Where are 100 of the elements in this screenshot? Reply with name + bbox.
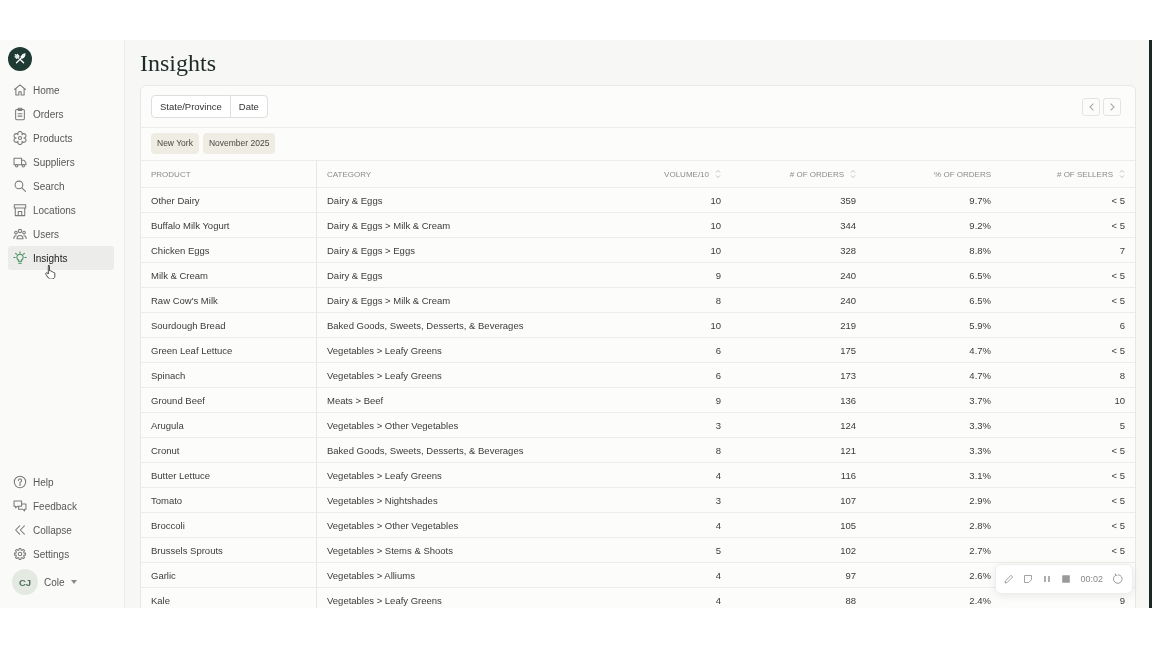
column-header[interactable]: VOLUME/10 bbox=[591, 161, 731, 187]
note-icon[interactable] bbox=[1023, 574, 1034, 584]
table-cell-text: 175 bbox=[839, 343, 857, 358]
table-cell-text: Vegetables > Leafy Greens bbox=[326, 593, 443, 608]
table-cell-text: 7 bbox=[1118, 243, 1126, 258]
fork-knife-logo-icon bbox=[8, 47, 32, 71]
table-cell-text: 6 bbox=[714, 343, 722, 358]
nav-item[interactable]: Orders bbox=[8, 102, 114, 126]
nav-item[interactable]: Insights bbox=[8, 246, 114, 270]
page-title: Insights bbox=[140, 49, 217, 78]
table-cell: Spinach bbox=[141, 363, 317, 387]
table-cell-text: 240 bbox=[839, 268, 857, 283]
table-cell-text: 2.4% bbox=[968, 593, 992, 608]
table-cell-text: 124 bbox=[839, 418, 857, 433]
table-cell-text: 88 bbox=[844, 593, 857, 608]
table-cell-text: 8.8% bbox=[968, 243, 992, 258]
table-cell-text: Baked Goods, Sweets, Desserts, & Beverages bbox=[326, 318, 525, 333]
table-cell-text: Vegetables > Alliums bbox=[326, 568, 416, 583]
table-cell-text: 107 bbox=[839, 493, 857, 508]
table-cell-text: 102 bbox=[839, 543, 857, 558]
table-cell-text: < 5 bbox=[1110, 343, 1126, 358]
nav-item[interactable]: Suppliers bbox=[8, 150, 114, 174]
table-cell-text: 8 bbox=[714, 293, 722, 308]
home-icon bbox=[13, 83, 27, 97]
lightbulb-icon bbox=[13, 251, 27, 265]
filter-chip[interactable]: November 2025 bbox=[202, 133, 276, 154]
table-cell-text: Vegetables > Leafy Greens bbox=[326, 368, 443, 383]
sidebar-link[interactable]: Collapse bbox=[8, 518, 114, 542]
table-cell-text: 10 bbox=[709, 318, 722, 333]
previous-page-button[interactable] bbox=[1082, 97, 1100, 116]
table-cell-text: 2.6% bbox=[968, 568, 992, 583]
table-cell-text: 3.7% bbox=[968, 393, 992, 408]
table-cell-text: 359 bbox=[839, 193, 857, 208]
table-cell-text: 10 bbox=[1113, 393, 1126, 408]
table-cell-text: 105 bbox=[839, 518, 857, 533]
next-page-button[interactable] bbox=[1103, 97, 1121, 116]
table-cell-text: 6 bbox=[1118, 318, 1126, 333]
nav-item[interactable]: Search bbox=[8, 174, 114, 198]
table-cell: Butter Lettuce bbox=[141, 463, 317, 487]
sidebar-link[interactable]: Help bbox=[8, 470, 114, 494]
storefront-icon bbox=[13, 203, 27, 217]
table-cell-text: 4.7% bbox=[968, 368, 992, 383]
column-header: PRODUCT bbox=[141, 161, 317, 187]
column-header[interactable]: # OF SELLERS bbox=[1001, 161, 1135, 187]
table-cell-text: 328 bbox=[839, 243, 857, 258]
filter-chip[interactable]: New York bbox=[151, 133, 199, 154]
table-cell: Tomato bbox=[141, 488, 317, 512]
table-cell-text: 3.1% bbox=[968, 468, 992, 483]
table-cell: Kale bbox=[141, 588, 317, 608]
table-cell-text: < 5 bbox=[1110, 443, 1126, 458]
chevron-right-icon bbox=[1109, 102, 1115, 111]
table-cell-text: 4 bbox=[714, 593, 722, 608]
table-cell-text: 2.7% bbox=[968, 543, 992, 558]
pencil-icon[interactable] bbox=[1004, 574, 1015, 584]
nav-item[interactable]: Products bbox=[8, 126, 114, 150]
table-cell-text: 6.5% bbox=[968, 268, 992, 283]
table-cell-text: Vegetables > Stems & Shoots bbox=[326, 543, 454, 558]
table-cell-text: 9 bbox=[714, 268, 722, 283]
table-cell-text: 136 bbox=[839, 393, 857, 408]
filter-tab[interactable]: State/Province bbox=[151, 95, 231, 118]
table-cell-text: < 5 bbox=[1110, 518, 1126, 533]
table-cell: Raw Cow's Milk bbox=[141, 288, 317, 312]
table-cell: Other Dairy bbox=[141, 188, 317, 212]
table-cell-text: 3.3% bbox=[968, 443, 992, 458]
stop-icon[interactable] bbox=[1061, 574, 1072, 584]
hand-cursor-icon bbox=[45, 265, 56, 279]
table-cell: Garlic bbox=[141, 563, 317, 587]
nav-item[interactable]: Locations bbox=[8, 198, 114, 222]
table-cell-text: < 5 bbox=[1110, 468, 1126, 483]
help-icon bbox=[13, 475, 27, 489]
table-cell-text: 4 bbox=[714, 568, 722, 583]
sidebar-link[interactable]: Settings bbox=[8, 542, 114, 566]
filter-tab[interactable]: Date bbox=[229, 95, 268, 118]
table-cell-text: Meats > Beef bbox=[326, 393, 385, 408]
restart-icon[interactable] bbox=[1112, 573, 1124, 585]
table-cell-text: Vegetables > Leafy Greens bbox=[326, 468, 443, 483]
table-cell-text: 2.8% bbox=[968, 518, 992, 533]
truck-icon bbox=[13, 155, 27, 169]
nav-item[interactable]: Users bbox=[8, 222, 114, 246]
user-menu-button[interactable]: Cole bbox=[44, 576, 77, 588]
table-cell-text: Dairy & Eggs > Milk & Cream bbox=[326, 218, 452, 233]
table-cell-text: 9 bbox=[1118, 593, 1126, 608]
column-header: % OF ORDERS bbox=[933, 168, 992, 181]
table-cell-text: 4 bbox=[714, 518, 722, 533]
table-cell-text: 173 bbox=[839, 368, 857, 383]
table-cell-text: Vegetables > Other Vegetables bbox=[326, 518, 460, 533]
pause-icon[interactable] bbox=[1042, 574, 1053, 584]
table-cell-text: 4 bbox=[714, 468, 722, 483]
table-cell: Sourdough Bread bbox=[141, 313, 317, 337]
clipboard-icon bbox=[13, 107, 27, 121]
caret-icon bbox=[70, 580, 77, 584]
table-cell-text: < 5 bbox=[1110, 218, 1126, 233]
table-cell-text: 9 bbox=[714, 393, 722, 408]
column-header[interactable]: # OF ORDERS bbox=[731, 161, 866, 187]
table-cell-text: 6 bbox=[714, 368, 722, 383]
table-cell-text: 97 bbox=[844, 568, 857, 583]
users-icon bbox=[13, 227, 27, 241]
sidebar-link[interactable]: Feedback bbox=[8, 494, 114, 518]
nav-item[interactable]: Home bbox=[8, 78, 114, 102]
table-cell: Chicken Eggs bbox=[141, 238, 317, 262]
